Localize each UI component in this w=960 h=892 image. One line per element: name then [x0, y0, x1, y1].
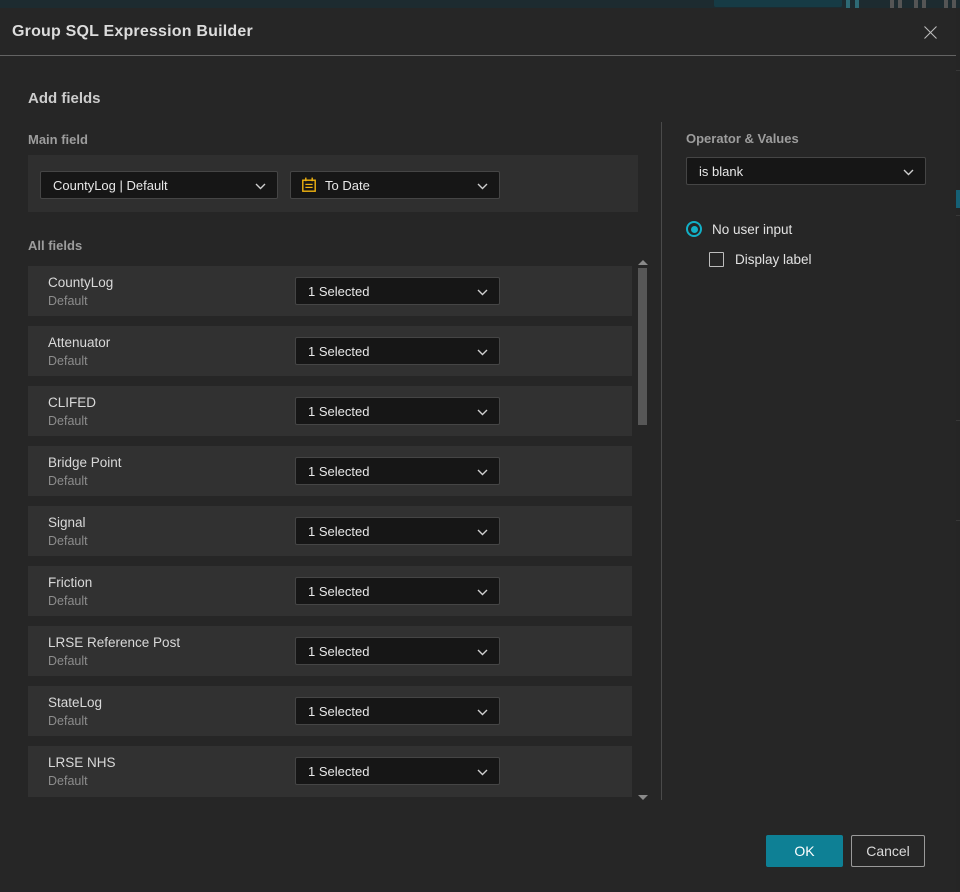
- dialog-header: Group SQL Expression Builder: [0, 8, 956, 56]
- field-values-select[interactable]: 1 Selected: [295, 457, 500, 485]
- toolbar-bar-icon: [944, 0, 948, 8]
- no-user-input-radio[interactable]: No user input: [686, 220, 792, 238]
- toolbar-bar-icon: [890, 0, 894, 8]
- close-button[interactable]: [920, 22, 940, 42]
- field-name: Signal: [48, 515, 86, 530]
- field-row-friction: Friction Default 1 Selected: [28, 566, 632, 616]
- checkbox-unchecked-icon: [709, 252, 724, 267]
- chevron-down-icon: [477, 709, 488, 716]
- toolbar-bar-icon: [922, 0, 926, 8]
- chevron-down-icon: [255, 183, 266, 190]
- all-fields-label: All fields: [28, 238, 83, 253]
- field-subtitle: Default: [48, 294, 88, 308]
- scrollbar-up-arrow-icon[interactable]: [638, 260, 648, 265]
- field-row-statelog: StateLog Default 1 Selected: [28, 686, 632, 736]
- chevron-down-icon: [477, 289, 488, 296]
- ok-button[interactable]: OK: [766, 835, 843, 867]
- radio-label: No user input: [712, 221, 793, 237]
- field-name: LRSE NHS: [48, 755, 116, 770]
- field-name: LRSE Reference Post: [48, 635, 181, 650]
- field-row-bridge-point: Bridge Point Default 1 Selected: [28, 446, 632, 496]
- chevron-down-icon: [477, 529, 488, 536]
- field-subtitle: Default: [48, 534, 88, 548]
- cancel-button[interactable]: Cancel: [851, 835, 925, 867]
- main-field-row: CountyLog | Default To Date: [28, 155, 638, 212]
- field-values-select[interactable]: 1 Selected: [295, 517, 500, 545]
- field-name: Friction: [48, 575, 93, 590]
- dialog-title: Group SQL Expression Builder: [12, 22, 253, 40]
- group-sql-expression-builder-dialog: Group SQL Expression Builder Add fields …: [0, 8, 956, 892]
- main-field-type-select[interactable]: To Date: [290, 171, 500, 199]
- all-fields-scrollbar[interactable]: [637, 258, 649, 800]
- field-subtitle: Default: [48, 414, 88, 428]
- field-values-select[interactable]: 1 Selected: [295, 397, 500, 425]
- chevron-down-icon: [903, 169, 914, 176]
- scrollbar-down-arrow-icon[interactable]: [638, 795, 648, 800]
- toolbar-bar-icon: [952, 0, 956, 8]
- chevron-down-icon: [477, 649, 488, 656]
- scrollbar-thumb[interactable]: [638, 268, 647, 425]
- field-subtitle: Default: [48, 654, 88, 668]
- field-row-countylog: CountyLog Default 1 Selected: [28, 266, 632, 316]
- calendar-icon: [302, 177, 316, 192]
- field-subtitle: Default: [48, 354, 88, 368]
- operator-values-label: Operator & Values: [686, 131, 799, 146]
- add-fields-heading: Add fields: [28, 90, 101, 107]
- radio-selected-icon: [686, 221, 702, 237]
- toolbar-bar-icon: [846, 0, 850, 8]
- field-name: Bridge Point: [48, 455, 122, 470]
- field-subtitle: Default: [48, 594, 88, 608]
- field-row-clifed: CLIFED Default 1 Selected: [28, 386, 632, 436]
- close-icon: [923, 25, 937, 39]
- panel-divider: [661, 122, 662, 800]
- field-row-signal: Signal Default 1 Selected: [28, 506, 632, 556]
- toolbar-bar-icon: [914, 0, 918, 8]
- chevron-down-icon: [477, 183, 488, 190]
- chevron-down-icon: [477, 349, 488, 356]
- chevron-down-icon: [477, 589, 488, 596]
- field-name: CLIFED: [48, 395, 97, 410]
- toolbar-bar-icon: [898, 0, 902, 8]
- field-name: CountyLog: [48, 275, 114, 290]
- operator-select[interactable]: is blank: [686, 157, 926, 185]
- main-field-label: Main field: [28, 132, 88, 147]
- display-label-checkbox[interactable]: Display label: [709, 251, 812, 268]
- field-values-select[interactable]: 1 Selected: [295, 757, 500, 785]
- field-values-select[interactable]: 1 Selected: [295, 577, 500, 605]
- background-toolbar-sliver: Live view: [0, 0, 960, 8]
- background-teal-chip: [956, 190, 960, 208]
- field-row-lrse-nhs: LRSE NHS Default 1 Selected: [28, 746, 632, 797]
- field-values-select[interactable]: 1 Selected: [295, 277, 500, 305]
- toolbar-bar-icon: [855, 0, 859, 8]
- field-values-select[interactable]: 1 Selected: [295, 337, 500, 365]
- field-row-attenuator: Attenuator Default 1 Selected: [28, 326, 632, 376]
- chevron-down-icon: [477, 409, 488, 416]
- field-subtitle: Default: [48, 714, 88, 728]
- field-name: Attenuator: [48, 335, 111, 350]
- live-view-label: Live view: [737, 0, 782, 3]
- live-view-pill: Live view: [714, 0, 842, 7]
- field-subtitle: Default: [48, 474, 88, 488]
- field-values-select[interactable]: 1 Selected: [295, 637, 500, 665]
- main-field-select[interactable]: CountyLog | Default: [40, 171, 278, 199]
- field-row-lrse-reference-post: LRSE Reference Post Default 1 Selected: [28, 626, 632, 676]
- field-values-select[interactable]: 1 Selected: [295, 697, 500, 725]
- chevron-down-icon: [477, 769, 488, 776]
- background-right-sliver: [956, 8, 960, 892]
- checkbox-label: Display label: [735, 252, 812, 267]
- field-name: StateLog: [48, 695, 103, 710]
- chevron-down-icon: [477, 469, 488, 476]
- field-subtitle: Default: [48, 774, 88, 788]
